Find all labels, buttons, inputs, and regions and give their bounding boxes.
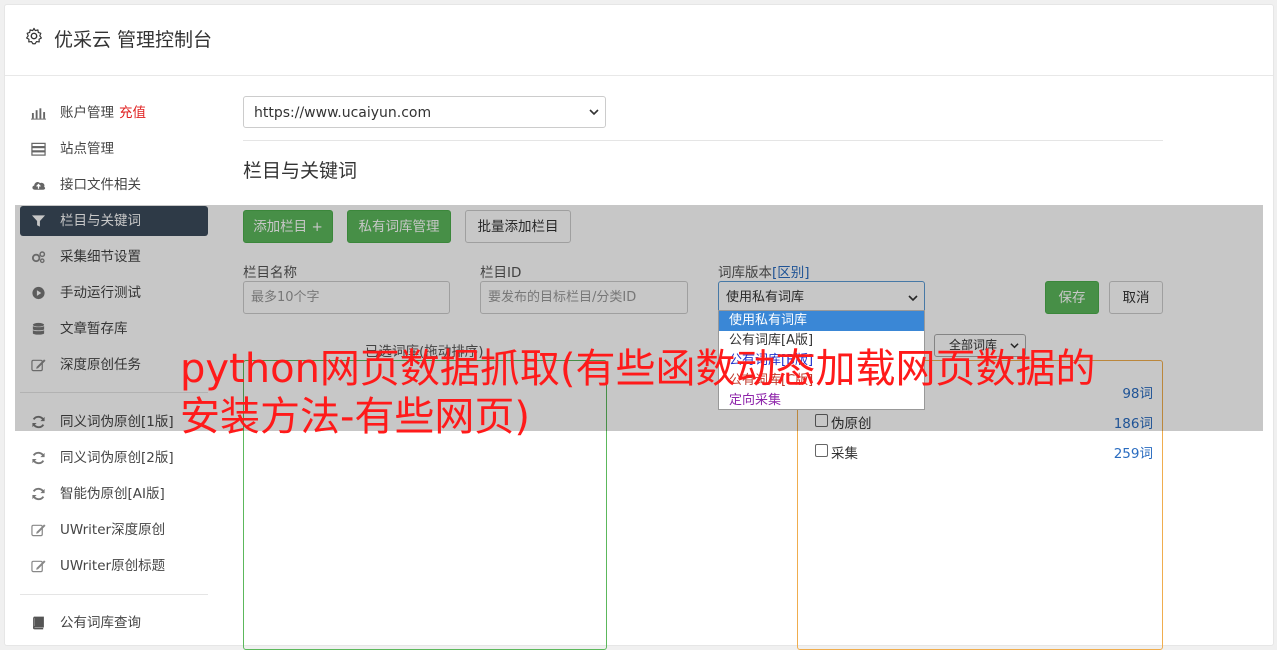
recharge-link[interactable]: 充值 xyxy=(119,105,146,121)
sidebar-item-label: 账户管理 xyxy=(60,105,114,121)
book-icon xyxy=(33,616,44,630)
sidebar-item-uwriter-title[interactable]: UWriter原创标题 xyxy=(20,551,208,581)
sidebar-item-interface-files[interactable]: 接口文件相关 xyxy=(20,170,208,200)
sidebar-item-public-lib[interactable]: 公有词库查询 xyxy=(20,608,208,638)
sidebar-item-synonym-v2[interactable]: 同义词伪原创[2版] xyxy=(20,443,208,473)
sidebar-item-sites[interactable]: 站点管理 xyxy=(20,134,208,164)
refresh-icon xyxy=(32,451,45,465)
sidebar-item-label: 智能伪原创[AI版] xyxy=(60,486,165,502)
sidebar-item-label: UWriter原创标题 xyxy=(60,558,166,574)
edit-icon xyxy=(31,560,46,573)
cloud-upload-icon xyxy=(32,181,46,190)
bar-chart-icon xyxy=(31,108,46,120)
article-title-overlay: python网页数据抓取(有些函数动态加载网页数据的安装方法-有些网页) xyxy=(180,346,1096,440)
app-header: 优采云 管理控制台 xyxy=(5,5,1273,76)
site-select[interactable]: https://www.ucaiyun.com xyxy=(243,96,606,128)
sidebar-item-uwriter-deep[interactable]: UWriter深度原创 xyxy=(20,515,208,545)
chevron-down-icon xyxy=(589,109,599,116)
sidebar-item-label: 公有词库查询 xyxy=(60,615,141,631)
section-title: 栏目与关键词 xyxy=(243,160,358,182)
app-title: 优采云 管理控制台 xyxy=(54,29,213,51)
lib-checkbox[interactable] xyxy=(815,444,828,457)
edit-icon xyxy=(31,524,46,537)
dropdown-option[interactable]: 使用私有词库 xyxy=(719,311,924,331)
refresh-icon xyxy=(32,487,45,501)
sidebar-item-label: 接口文件相关 xyxy=(60,177,141,193)
site-select-value: https://www.ucaiyun.com xyxy=(254,105,432,121)
list-item[interactable]: 采集 259词 xyxy=(813,440,1153,462)
sidebar-item-label: 站点管理 xyxy=(60,141,114,157)
sidebar-item-ai-original[interactable]: 智能伪原创[AI版] xyxy=(20,479,208,509)
server-icon xyxy=(31,142,46,156)
sidebar-divider xyxy=(20,594,208,595)
sidebar-item-label: UWriter深度原创 xyxy=(60,522,166,538)
sidebar-item-label: 同义词伪原创[2版] xyxy=(60,450,174,466)
lib-name: 采集 xyxy=(831,446,858,462)
sidebar-item-account[interactable]: 账户管理 充值 xyxy=(20,98,208,128)
lib-count: 259词 xyxy=(1113,446,1153,462)
gear-icon xyxy=(26,27,42,45)
section-divider xyxy=(243,140,1163,141)
